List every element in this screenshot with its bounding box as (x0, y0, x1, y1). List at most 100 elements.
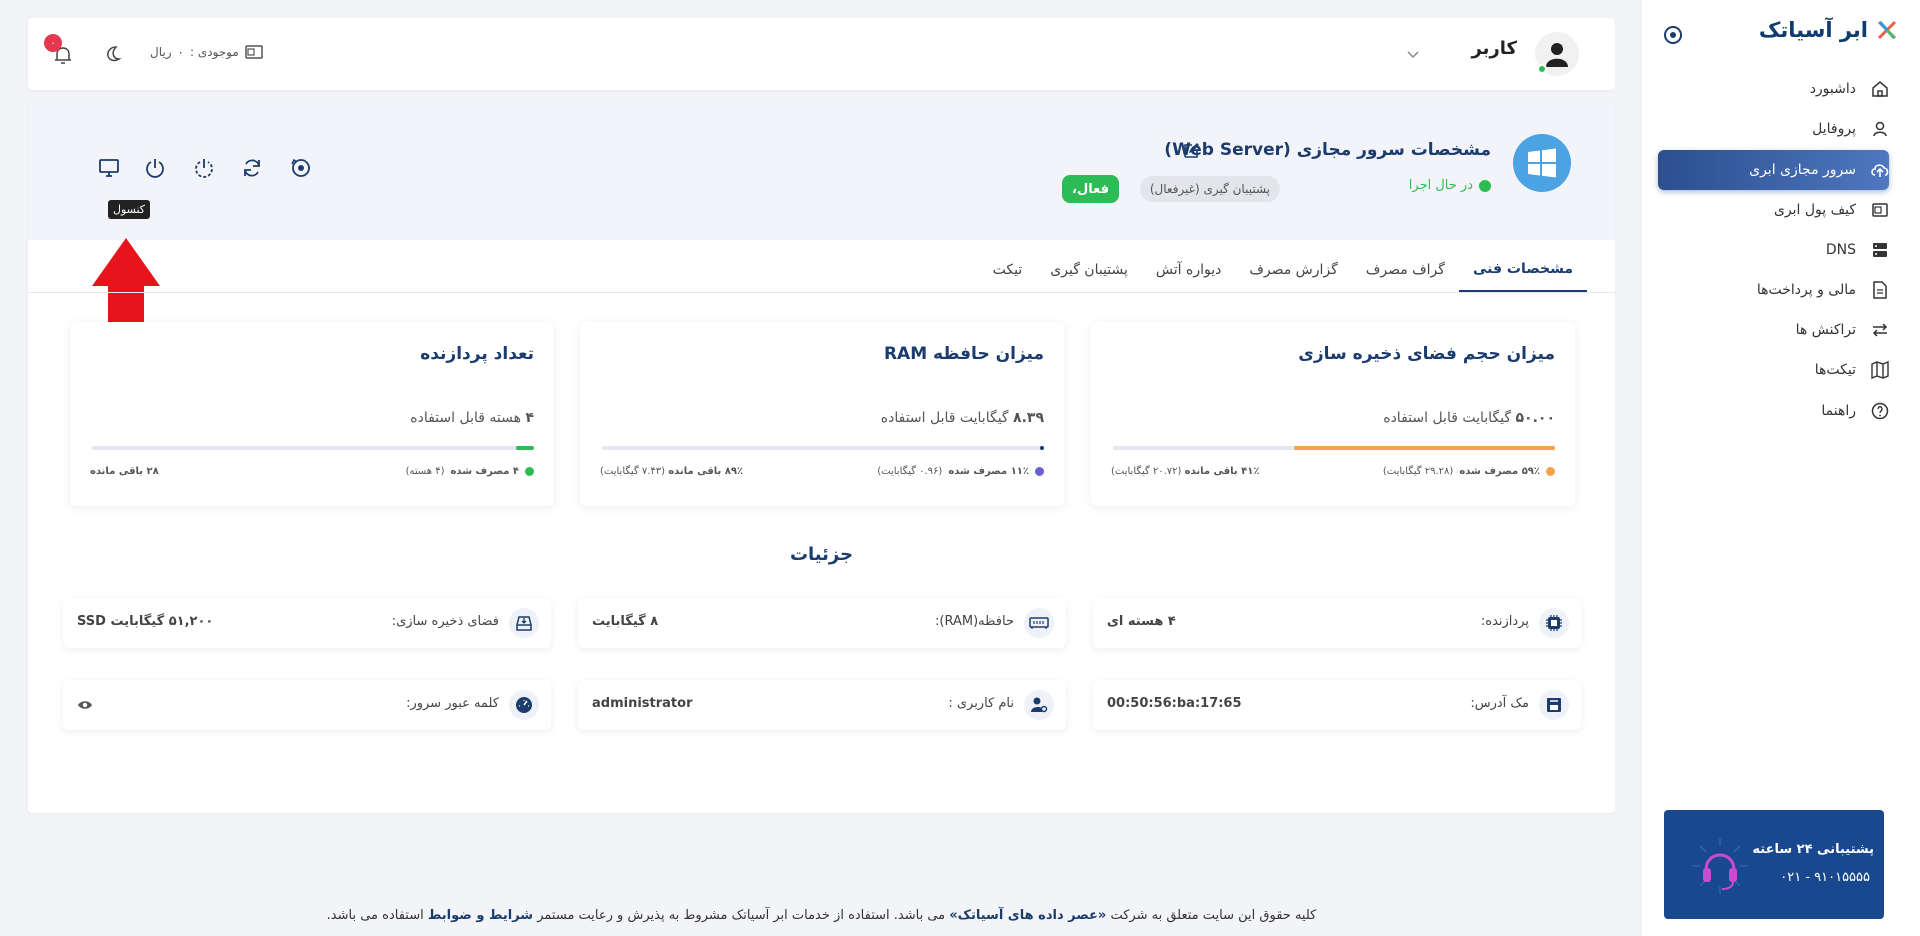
map-icon (1870, 360, 1890, 380)
avatar[interactable] (1535, 32, 1579, 76)
footer-terms-link[interactable]: شرایط و ضوابط (428, 908, 533, 923)
top-header: کاربر موجودی : ۰ ریال ۰ (28, 18, 1615, 90)
detail-label: کلمه عبور سرور: (406, 696, 499, 711)
server-status: در حال اجرا (1409, 178, 1491, 193)
notification-badge: ۰ (44, 34, 62, 52)
sidebar-item-dns[interactable]: DNS (1826, 231, 1890, 269)
user-avatar-icon (1546, 43, 1568, 67)
refresh-icon[interactable] (240, 156, 264, 180)
console-monitor-icon[interactable] (97, 156, 121, 180)
footer-company: «عصر داده های آسیاتک» (949, 908, 1107, 923)
remain-info: ۲۸ باقی مانده (90, 466, 159, 477)
logo[interactable]: ابر آسیاتک (1759, 18, 1898, 42)
footer-text-3: استفاده می باشد. (326, 908, 424, 923)
usage-bar (602, 446, 1044, 450)
used-percent: ۵۹٪ مصرف شده (1459, 466, 1540, 477)
footer-text-2: می باشد. استفاده از خدمات ابر آسیاتک مشر… (537, 908, 946, 923)
tab-ticket[interactable]: تیکت (979, 248, 1037, 292)
used-percent: ۴ مصرف شده (450, 466, 519, 477)
remain-detail: (۷.۴۳ گیگابایت) (600, 466, 666, 477)
sidebar-item-wallet[interactable]: کیف پول ابری (1774, 191, 1890, 229)
used-info: ۱۱٪ مصرف شده (۰.۹۶ گیگابایت) (877, 466, 1044, 477)
tab-firewall[interactable]: دیواره آتش (1142, 248, 1235, 292)
restart-icon[interactable] (289, 156, 313, 180)
details-title: جزئیات (789, 544, 854, 565)
sidebar-item-label: مالی و پرداخت‌ها (1756, 282, 1856, 298)
usable-amount: ۴ (525, 410, 534, 426)
used-info: ۵۹٪ مصرف شده (۲۹.۲۸ گیگابایت) (1383, 466, 1555, 477)
usable-text: گیگابایت قابل استفاده (1383, 410, 1512, 426)
sidebar-item-label: کیف پول ابری (1773, 202, 1856, 218)
document-icon (1870, 280, 1890, 300)
usage-bar-fill (516, 446, 534, 450)
footer-text-1: کلیه حقوق این سایت متعلق به شرکت (1110, 908, 1317, 923)
tab-usage-report[interactable]: گزارش مصرف (1235, 248, 1351, 292)
detail-label: پردازنده: (1480, 614, 1529, 629)
balance-value: ۰ (177, 45, 184, 59)
online-status-dot (1537, 64, 1547, 74)
balance-unit: ریال (150, 45, 172, 59)
home-icon (1870, 79, 1890, 99)
detail-cpu: پردازنده: ۴ هسته ای (1093, 598, 1581, 648)
card-usable: ۴ هسته قابل استفاده (410, 410, 534, 426)
memory-icon (1024, 608, 1054, 638)
sidebar-item-cloud-server[interactable]: سرور مجازی ابری (1749, 151, 1890, 189)
remain-percent: ۸۹٪ باقی مانده (668, 466, 744, 477)
sidebar-item-help[interactable]: راهنما (1821, 392, 1890, 430)
used-dot (525, 467, 534, 476)
chevron-down-icon[interactable] (1405, 46, 1421, 62)
remain-percent: ۲۸ باقی مانده (90, 466, 159, 477)
sidebar-item-dashboard[interactable]: داشبورد (1810, 70, 1890, 108)
edit-icon[interactable] (1182, 142, 1200, 160)
network-card-icon (1539, 690, 1569, 720)
cpu-icon (1539, 608, 1569, 638)
detail-password: کلمه عبور سرور: (63, 680, 551, 730)
sidebar-item-label: تراکنش ها (1795, 322, 1856, 338)
sidebar-item-label: DNS (1825, 242, 1856, 258)
cpu-card: تعداد پردازنده ۴ هسته قابل استفاده ۴ مصر… (70, 322, 554, 506)
detail-mac: مک آدرس: 00:50:56:ba:17:65 (1093, 680, 1581, 730)
detail-value: ۸ گیگابایت (592, 614, 659, 629)
status-dot (1479, 179, 1491, 192)
eye-icon[interactable] (77, 699, 93, 711)
user-name[interactable]: کاربر (1471, 38, 1517, 59)
tab-usage-graph[interactable]: گراف مصرف (1352, 248, 1459, 292)
backup-status-badge: پشتیبان گیری (غیرفعال) (1139, 176, 1280, 202)
detail-value: ۵۱,۲۰۰ گیگابایت SSD (77, 614, 214, 629)
card-title: تعداد پردازنده (420, 344, 534, 364)
shutdown-icon[interactable] (192, 156, 216, 180)
card-title: میزان حافظه RAM (883, 344, 1044, 364)
sidebar-toggle-icon[interactable] (1662, 24, 1684, 46)
tabs-divider (28, 292, 1615, 293)
usable-amount: ۸.۳۹ (1013, 410, 1044, 426)
card-title: میزان حجم فضای ذخیره سازی (1298, 344, 1555, 364)
console-tooltip: کنسول (108, 200, 151, 219)
server-title: مشخصات سرور مجازی (Web Server) (1164, 140, 1491, 160)
tab-backup[interactable]: پشتیبان گیری (1036, 248, 1142, 292)
detail-value: administrator (592, 696, 693, 711)
tab-technical-specs[interactable]: مشخصات فنی (1458, 248, 1587, 292)
sidebar-item-tickets[interactable]: تیکت‌ها (1815, 351, 1890, 389)
power-icon[interactable] (143, 156, 167, 180)
exchange-icon (1870, 320, 1890, 340)
used-percent: ۱۱٪ مصرف شده (948, 466, 1029, 477)
used-detail: (۲۹.۲۸ گیگابایت) (1382, 466, 1454, 477)
usage-bar-fill (1294, 446, 1555, 450)
password-gauge-icon (509, 690, 539, 720)
footer: کلیه حقوق این سایت متعلق به شرکت «عصر دا… (28, 908, 1615, 923)
server-header: مشخصات سرور مجازی (Web Server) در حال اج… (28, 100, 1615, 240)
usage-bar (1113, 446, 1555, 450)
server-details-panel: مشخصات سرور مجازی (Web Server) در حال اج… (28, 100, 1615, 813)
help-icon (1870, 401, 1890, 421)
sidebar-item-profile[interactable]: پروفایل (1812, 110, 1890, 148)
card-usable: ۵۰.۰۰ گیگابایت قابل استفاده (1383, 410, 1555, 426)
support-phone: ۰۲۱ - ۹۱۰۱۵۵۵۵ (1780, 870, 1870, 885)
moon-icon[interactable] (102, 44, 122, 64)
card-usable: ۸.۳۹ گیگابایت قابل استفاده (881, 410, 1044, 426)
remain-info: ۸۹٪ باقی مانده (۷.۴۳ گیگابایت) (600, 466, 743, 477)
support-banner[interactable]: پشتیبانی ۲۴ ساعته ۰۲۱ - ۹۱۰۱۵۵۵۵ (1664, 810, 1884, 919)
wallet-icon (245, 45, 263, 59)
sidebar-item-finance[interactable]: مالی و پرداخت‌ها (1757, 271, 1890, 309)
balance-label: موجودی : (189, 45, 239, 59)
sidebar-item-transactions[interactable]: تراکنش ها (1796, 311, 1890, 349)
